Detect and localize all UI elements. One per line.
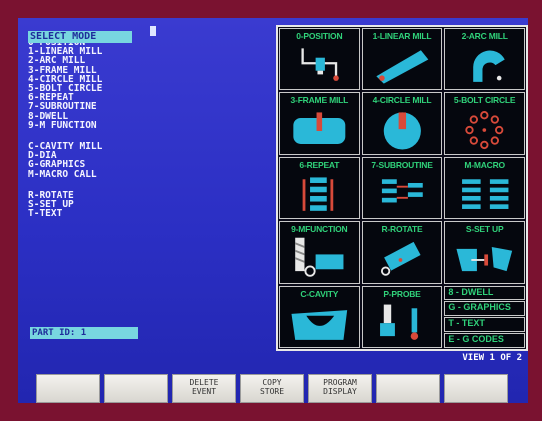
tile-circle-mill[interactable]: 4-CIRCLE MILL	[361, 92, 443, 155]
menu-group-secondary: C-CAVITY MILL D-DIA G-GRAPHICS M-MACRO CALL	[28, 142, 278, 179]
menu-item[interactable]: M-MACRO CALL	[28, 169, 278, 179]
tile-setup[interactable]: S-SET UP	[444, 221, 525, 284]
tile-repeat[interactable]: 6-REPEAT	[279, 156, 360, 220]
part-id-field[interactable]: PART ID: 1	[30, 327, 138, 339]
tile-position[interactable]: 0-POSITION	[279, 28, 360, 91]
softkey-2[interactable]	[104, 374, 168, 403]
extra-function-item[interactable]: 8 - DWELL	[444, 285, 525, 301]
tile-label: 1-LINEAR MILL	[372, 31, 432, 41]
softkey-1[interactable]	[36, 374, 100, 403]
extra-functions-list: 8 - DWELL G - GRAPHICS T - TEXT E - G CODES	[444, 285, 525, 349]
tile-macro[interactable]: M-MACRO	[444, 156, 525, 220]
tile-bolt-circle[interactable]: 5-BOLT CIRCLE	[444, 92, 525, 155]
softkey-4[interactable]: COPY STORE	[240, 374, 304, 403]
tile-frame-mill[interactable]: 3-FRAME MILL	[279, 92, 360, 155]
menu-group-primary: 0-POSITION1-LINEAR MILL2-ARC MILL3-FRAME…	[28, 38, 278, 131]
tile-label: 2-ARC MILL	[461, 31, 508, 41]
tile-rotate[interactable]: R-ROTATE	[361, 221, 443, 284]
softkey-bar: DELETE EVENT COPY STORE PROGRAM DISPLAY	[18, 374, 528, 404]
tile-label: R-ROTATE	[381, 224, 423, 235]
text-cursor	[150, 26, 156, 36]
tile-label: 7-SUBROUTINE	[371, 159, 433, 170]
tile-cavity[interactable]: C-CAVITY	[279, 285, 360, 348]
menu-group-tertiary: R-ROTATE S-SET UP T-TEXT	[28, 190, 278, 219]
mode-menu: SELECT MODE 0-POSITION1-LINEAR MILL2-ARC…	[28, 24, 278, 219]
tile-label: 4-CIRCLE MILL	[372, 95, 432, 106]
menu-item[interactable]: 9-M FUNCTION	[28, 120, 278, 130]
tile-label: S-SET UP	[465, 224, 504, 235]
monitor-bezel: SELECT MODE 0-POSITION 1-LINEAR MILL 2-ARC…	[0, 0, 542, 421]
tile-subroutine[interactable]: 7-SUBROUTINE	[361, 156, 443, 220]
tile-linear-mill[interactable]: 1-LINEAR MILL	[361, 28, 443, 91]
tile-label: 5-BOLT CIRCLE	[453, 95, 516, 106]
tile-label: M-MACRO	[464, 159, 505, 170]
view-page-indicator: VIEW 1 OF 2	[462, 353, 522, 363]
cnc-screen: SELECT MODE 0-POSITION 1-LINEAR MILL 2-ARC…	[18, 18, 528, 403]
softkey-3[interactable]: DELETE EVENT	[172, 374, 236, 403]
tile-label: 9-MFUNCTION	[291, 224, 348, 235]
tile-m-function[interactable]: 9-MFUNCTION	[279, 221, 360, 284]
softkey-5[interactable]: PROGRAM DISPLAY	[308, 374, 372, 403]
softkey-6[interactable]	[376, 374, 440, 403]
tile-probe[interactable]: P-PROBE	[361, 285, 443, 348]
tile-arc-mill[interactable]: 2-ARC MILL	[444, 28, 525, 91]
operation-icon-grid: 0-POSITION 1-LINEAR MILL 2-ARC MILL 3-FRAME…	[276, 25, 528, 351]
softkey-7[interactable]	[444, 374, 508, 403]
tile-label: 6-REPEAT	[299, 159, 340, 170]
select-mode-title: SELECT MODE	[28, 31, 132, 43]
tile-label: C-CAVITY	[300, 288, 339, 299]
extra-function-item[interactable]: E - G CODES	[444, 333, 525, 349]
tile-label: 0-POSITION	[296, 31, 343, 41]
tile-label: P-PROBE	[383, 288, 421, 299]
extra-function-item[interactable]: G - GRAPHICS	[444, 301, 525, 317]
extra-function-item[interactable]: T - TEXT	[444, 317, 525, 333]
tile-label: 3-FRAME MILL	[290, 95, 349, 106]
menu-item[interactable]: T-TEXT	[28, 209, 278, 219]
menu-item[interactable]: S-SET UP	[28, 200, 278, 210]
menu-item[interactable]: C-CAVITY MILL	[28, 142, 278, 152]
